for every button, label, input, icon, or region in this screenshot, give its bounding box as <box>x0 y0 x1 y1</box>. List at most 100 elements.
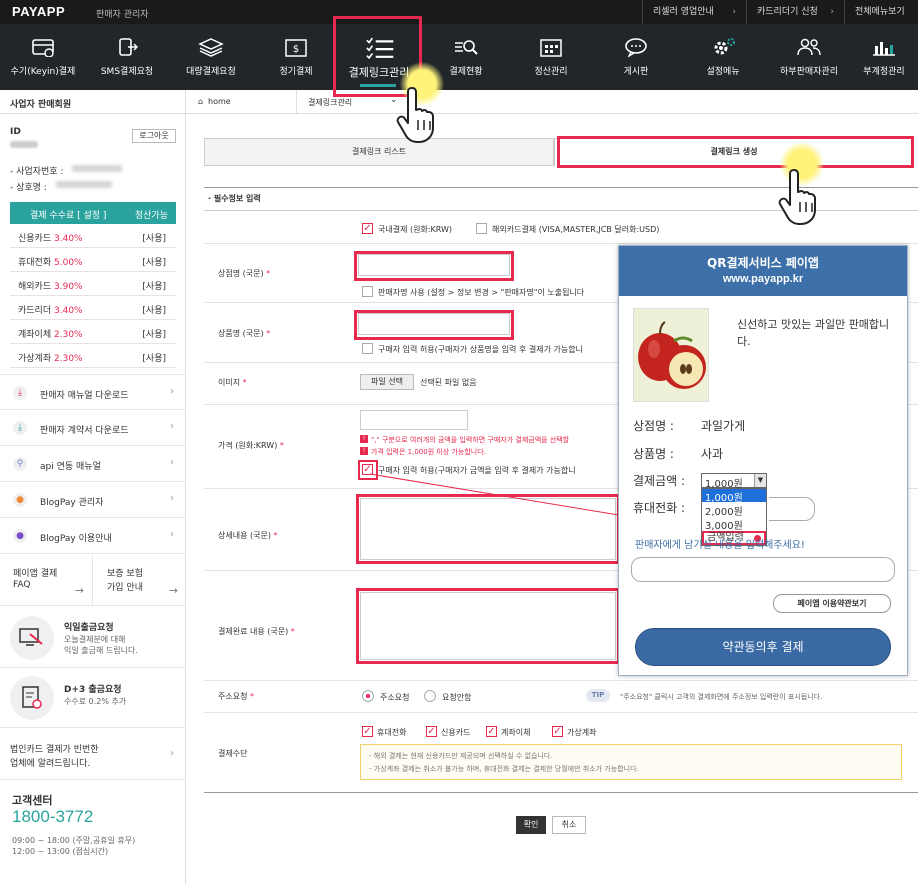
required-mark: * <box>250 692 254 701</box>
promo-title: D+3 출금요청 <box>64 685 122 695</box>
chevron-right-icon: › <box>170 386 174 397</box>
addr-yes-radio[interactable] <box>362 690 374 702</box>
amount-option[interactable]: 3,000원 <box>702 517 766 532</box>
fee-rows: 신용카드 3.40% [사용] 휴대전화 5.00% [사용] 해외카드 3.90% [사… <box>10 224 176 368</box>
sidebar: 사업자 판매회원 ID 로그아웃 - 사업자번호 : - 상호명 : 결제 수수… <box>0 90 186 884</box>
buyer-product-label: 구매자 입력 허용(구매자가 상품명을 입력 후 결제가 가능합니 <box>378 345 583 354</box>
d3-withdraw-promo[interactable]: D+3 출금요청 수수료 0.2% 추가 <box>0 668 186 728</box>
sidebar-menu-item[interactable]: ● BlogPay 관리자 › <box>0 482 186 518</box>
sidebar-menu-item[interactable]: ⤓ 판매자 매뉴얼 다운로드 › <box>0 374 186 410</box>
store-name-label-text: 상점명 (국문) <box>218 269 264 278</box>
method-checkbox[interactable]: ✓ <box>362 726 373 737</box>
card-reader-link-label: 카드리더기 신청 <box>757 7 818 17</box>
next-day-withdraw-promo[interactable]: 익일출금요청 오늘결제분에 대해 익일 출금해 드립니다. <box>0 606 186 668</box>
domestic-checkbox[interactable]: ✓ <box>362 223 373 234</box>
payment-preview-popup: QR결제서비스 페이앱 www.payapp.kr 신선하고 맛있는 과일만 판… <box>618 245 908 676</box>
fee-header-label[interactable]: 결제 수수료 [ 설정 ] <box>30 208 106 221</box>
logout-button[interactable]: 로그아웃 <box>132 129 176 143</box>
phone-input[interactable] <box>769 497 815 521</box>
tab-list[interactable]: 결제링크 리스트 <box>204 138 554 166</box>
nav-board[interactable]: 게시판 <box>594 24 678 90</box>
amount-option[interactable]: 1,000원 <box>702 489 766 504</box>
overseas-checkbox[interactable] <box>476 223 487 234</box>
reseller-link-label: 리셀러 영업안내 <box>653 7 714 17</box>
popup-store-value: 과일가게 <box>701 419 746 433</box>
sidebar-menu-item[interactable]: ● BlogPay 이용안내 › <box>0 518 186 554</box>
nav-settlement[interactable]: 정산관리 <box>508 24 594 90</box>
divider <box>204 680 918 681</box>
nav-subsellers[interactable]: 하부판매자관리 <box>768 24 850 90</box>
faq-label-b: FAQ <box>13 580 31 590</box>
sidebar-menu-item[interactable]: ⚲ api 연동 매뉴얼 › <box>0 446 186 482</box>
buyer-product-checkbox[interactable] <box>362 343 373 354</box>
sidebar-menu-item[interactable]: ⤓ 판매자 계약서 다운로드 › <box>0 410 186 446</box>
price-input[interactable] <box>360 410 468 430</box>
terms-button[interactable]: 페이앱 이용약관보기 <box>773 594 891 613</box>
fee-table: 결제 수수료 [ 설정 ] 정산가능 신용카드 3.40% [사용] 휴대전화 5.… <box>10 202 176 368</box>
reseller-link[interactable]: 리셀러 영업안내 › <box>642 0 746 24</box>
method-checkbox[interactable]: ✓ <box>486 726 497 737</box>
addr-no-radio[interactable] <box>424 690 436 702</box>
sidebar-header: 사업자 판매회원 <box>0 90 186 114</box>
trade-name-redacted <box>56 181 112 188</box>
corp-notice-text: 법인카드 결제가 빈번한 <box>10 745 99 755</box>
faq-link[interactable]: 페이앱 결제 FAQ → <box>0 556 93 606</box>
memo-input[interactable] <box>631 557 895 582</box>
notice-text: - 가상계좌 결제는 취소가 불가능 하며, 휴대전화 결제는 결제한 당월에만… <box>369 765 639 773</box>
required-mark: * <box>242 378 247 387</box>
fee-method: 휴대전화 <box>18 258 52 268</box>
confirm-button[interactable]: 확인 <box>516 816 546 834</box>
nav-label: 정기결제 <box>279 67 313 77</box>
insurance-link[interactable]: 보증 보험 가입 안내 → <box>93 556 186 606</box>
fee-status: [사용] <box>142 330 166 340</box>
card-reader-link[interactable]: 카드리더기 신청 › <box>746 0 844 24</box>
promo-title: 익일출금요청 <box>64 623 114 633</box>
breadcrumb-current[interactable]: 결제링크관리 <box>308 97 352 108</box>
popup-product-label: 상품명 : <box>633 447 674 461</box>
dropdown-arrow-icon[interactable]: ▼ <box>754 474 766 487</box>
fee-status: [사용] <box>142 234 166 244</box>
popup-url: www.payapp.kr <box>722 273 804 285</box>
fee-table-header: 결제 수수료 [ 설정 ] 정산가능 <box>10 202 176 224</box>
use-seller-name-checkbox[interactable] <box>362 286 373 297</box>
fee-header-right: 정산가능 <box>134 211 168 221</box>
address-label-text: 주소요청 <box>218 692 248 701</box>
popup-title: QR결제서비스 페이앱 <box>707 256 819 270</box>
amount-option[interactable]: 2,000원 <box>702 503 766 518</box>
popup-product-value: 사과 <box>701 447 724 461</box>
nav-sms[interactable]: SMS결제요청 <box>86 24 168 90</box>
sidebar-menu-label: BlogPay 관리자 <box>40 498 104 508</box>
nav-subaccounts[interactable]: 부계정관리 <box>850 24 918 90</box>
pay-button[interactable]: 약관동의후 결제 <box>635 628 891 666</box>
breadcrumb-home[interactable]: home <box>208 97 231 106</box>
popup-phone-label: 휴대전화 : <box>633 501 686 515</box>
notice-box: - 해외 결제는 현재 신용카드만 제공되며 선택하실 수 없습니다. - 가상… <box>360 744 902 780</box>
highlight-box <box>356 588 620 664</box>
nav-settings[interactable]: 설정메뉴 <box>678 24 768 90</box>
nav-keyin[interactable]: 수기(Keyin)결제 <box>0 24 86 90</box>
warning-icon: ! <box>360 435 368 443</box>
corp-card-notice[interactable]: 법인카드 결제가 빈번한 업체에 알려드립니다. › <box>0 728 186 780</box>
nav-recurring[interactable]: $ 정기결제 <box>254 24 338 90</box>
nav-label: 수기(Keyin)결제 <box>10 67 76 77</box>
fee-rate: 2.30% <box>54 330 83 340</box>
fee-rate: 2.30% <box>54 354 83 364</box>
hand-cursor-icon <box>778 169 816 225</box>
nav-bulk[interactable]: 대량결제요청 <box>168 24 254 90</box>
addr-yes-label: 주소요청 <box>380 693 410 702</box>
fee-rate: 3.40% <box>54 306 83 316</box>
price-label: 가격 (원화:KRW) * <box>218 440 284 451</box>
svg-text:$: $ <box>293 44 299 55</box>
cancel-button[interactable]: 취소 <box>552 816 586 834</box>
fee-status: [사용] <box>142 306 166 316</box>
fee-row: 휴대전화 5.00% [사용] <box>10 248 176 272</box>
product-name-label-text: 상품명 (국문) <box>218 329 264 338</box>
method-checkbox[interactable]: ✓ <box>426 726 437 737</box>
chevron-right-icon: › <box>170 493 174 504</box>
file-select-button[interactable]: 파일 선택 <box>360 374 414 390</box>
amount-select[interactable]: 1,000원 ▼ <box>701 473 767 490</box>
price-label-text: 가격 (원화:KRW) <box>218 441 278 450</box>
method-checkbox[interactable]: ✓ <box>552 726 563 737</box>
biz-no-label: - 사업자번호 : <box>10 167 64 177</box>
all-menu-link[interactable]: 전체메뉴보기 <box>844 0 918 24</box>
